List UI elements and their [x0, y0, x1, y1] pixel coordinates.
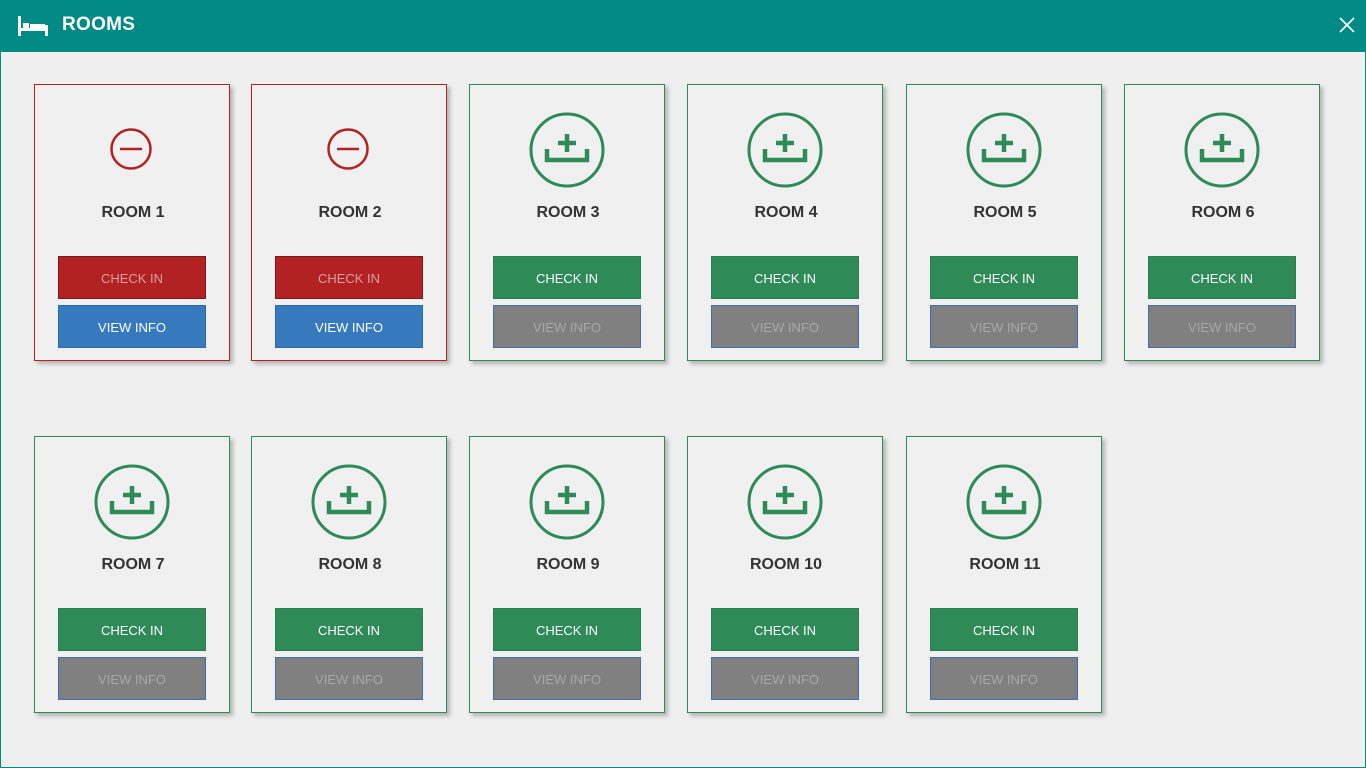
- room-name: ROOM 9: [536, 556, 600, 573]
- bed-icon: [18, 16, 48, 36]
- room-card: ROOM 4 CHECK IN VIEW INFO: [687, 84, 883, 361]
- minus-circle-icon: [327, 128, 369, 170]
- view-info-button[interactable]: VIEW INFO: [493, 305, 641, 348]
- room-name: ROOM 10: [749, 556, 822, 573]
- room-name: ROOM 6: [1191, 204, 1255, 221]
- view-info-button[interactable]: VIEW INFO: [493, 657, 641, 700]
- checkin-tray-icon: [966, 112, 1042, 188]
- check-in-button[interactable]: CHECK IN: [275, 608, 423, 651]
- title-bar: ROOMS: [0, 0, 1366, 52]
- view-info-button[interactable]: VIEW INFO: [930, 305, 1078, 348]
- checkin-tray-icon: [1184, 112, 1260, 188]
- close-icon[interactable]: [1334, 12, 1360, 38]
- room-name: ROOM 8: [318, 556, 382, 573]
- room-card: ROOM 7 CHECK IN VIEW INFO: [34, 436, 230, 713]
- checkin-tray-icon: [966, 464, 1042, 540]
- room-name: ROOM 3: [536, 204, 600, 221]
- view-info-button[interactable]: VIEW INFO: [1148, 305, 1296, 348]
- check-in-button[interactable]: CHECK IN: [58, 608, 206, 651]
- room-name: ROOM 11: [969, 556, 1041, 573]
- minus-circle-icon: [110, 128, 152, 170]
- room-card: ROOM 3 CHECK IN VIEW INFO: [469, 84, 665, 361]
- window-title: ROOMS: [62, 14, 136, 35]
- check-in-button[interactable]: CHECK IN: [711, 608, 859, 651]
- checkin-tray-icon: [747, 464, 823, 540]
- view-info-button[interactable]: VIEW INFO: [275, 305, 423, 348]
- room-card: ROOM 11 CHECK IN VIEW INFO: [906, 436, 1102, 713]
- room-name: ROOM 4: [754, 204, 818, 221]
- check-in-button[interactable]: CHECK IN: [275, 256, 423, 299]
- room-name: ROOM 7: [101, 556, 165, 573]
- room-name: ROOM 5: [973, 204, 1037, 221]
- room-card: ROOM 10 CHECK IN VIEW INFO: [687, 436, 883, 713]
- check-in-button[interactable]: CHECK IN: [58, 256, 206, 299]
- view-info-button[interactable]: VIEW INFO: [711, 305, 859, 348]
- room-name: ROOM 2: [318, 204, 382, 221]
- check-in-button[interactable]: CHECK IN: [493, 608, 641, 651]
- room-card: ROOM 2 CHECK IN VIEW INFO: [251, 84, 447, 361]
- room-name: ROOM 1: [101, 204, 165, 221]
- room-card: ROOM 1 CHECK IN VIEW INFO: [34, 84, 230, 361]
- room-card: ROOM 9 CHECK IN VIEW INFO: [469, 436, 665, 713]
- view-info-button[interactable]: VIEW INFO: [58, 657, 206, 700]
- room-card: ROOM 5 CHECK IN VIEW INFO: [906, 84, 1102, 361]
- checkin-tray-icon: [94, 464, 170, 540]
- view-info-button[interactable]: VIEW INFO: [58, 305, 206, 348]
- room-card: ROOM 8 CHECK IN VIEW INFO: [251, 436, 447, 713]
- view-info-button[interactable]: VIEW INFO: [275, 657, 423, 700]
- checkin-tray-icon: [529, 112, 605, 188]
- check-in-button[interactable]: CHECK IN: [493, 256, 641, 299]
- checkin-tray-icon: [529, 464, 605, 540]
- checkin-tray-icon: [311, 464, 387, 540]
- room-card: ROOM 6 CHECK IN VIEW INFO: [1124, 84, 1320, 361]
- check-in-button[interactable]: CHECK IN: [930, 256, 1078, 299]
- checkin-tray-icon: [747, 112, 823, 188]
- view-info-button[interactable]: VIEW INFO: [930, 657, 1078, 700]
- view-info-button[interactable]: VIEW INFO: [711, 657, 859, 700]
- check-in-button[interactable]: CHECK IN: [930, 608, 1078, 651]
- check-in-button[interactable]: CHECK IN: [1148, 256, 1296, 299]
- check-in-button[interactable]: CHECK IN: [711, 256, 859, 299]
